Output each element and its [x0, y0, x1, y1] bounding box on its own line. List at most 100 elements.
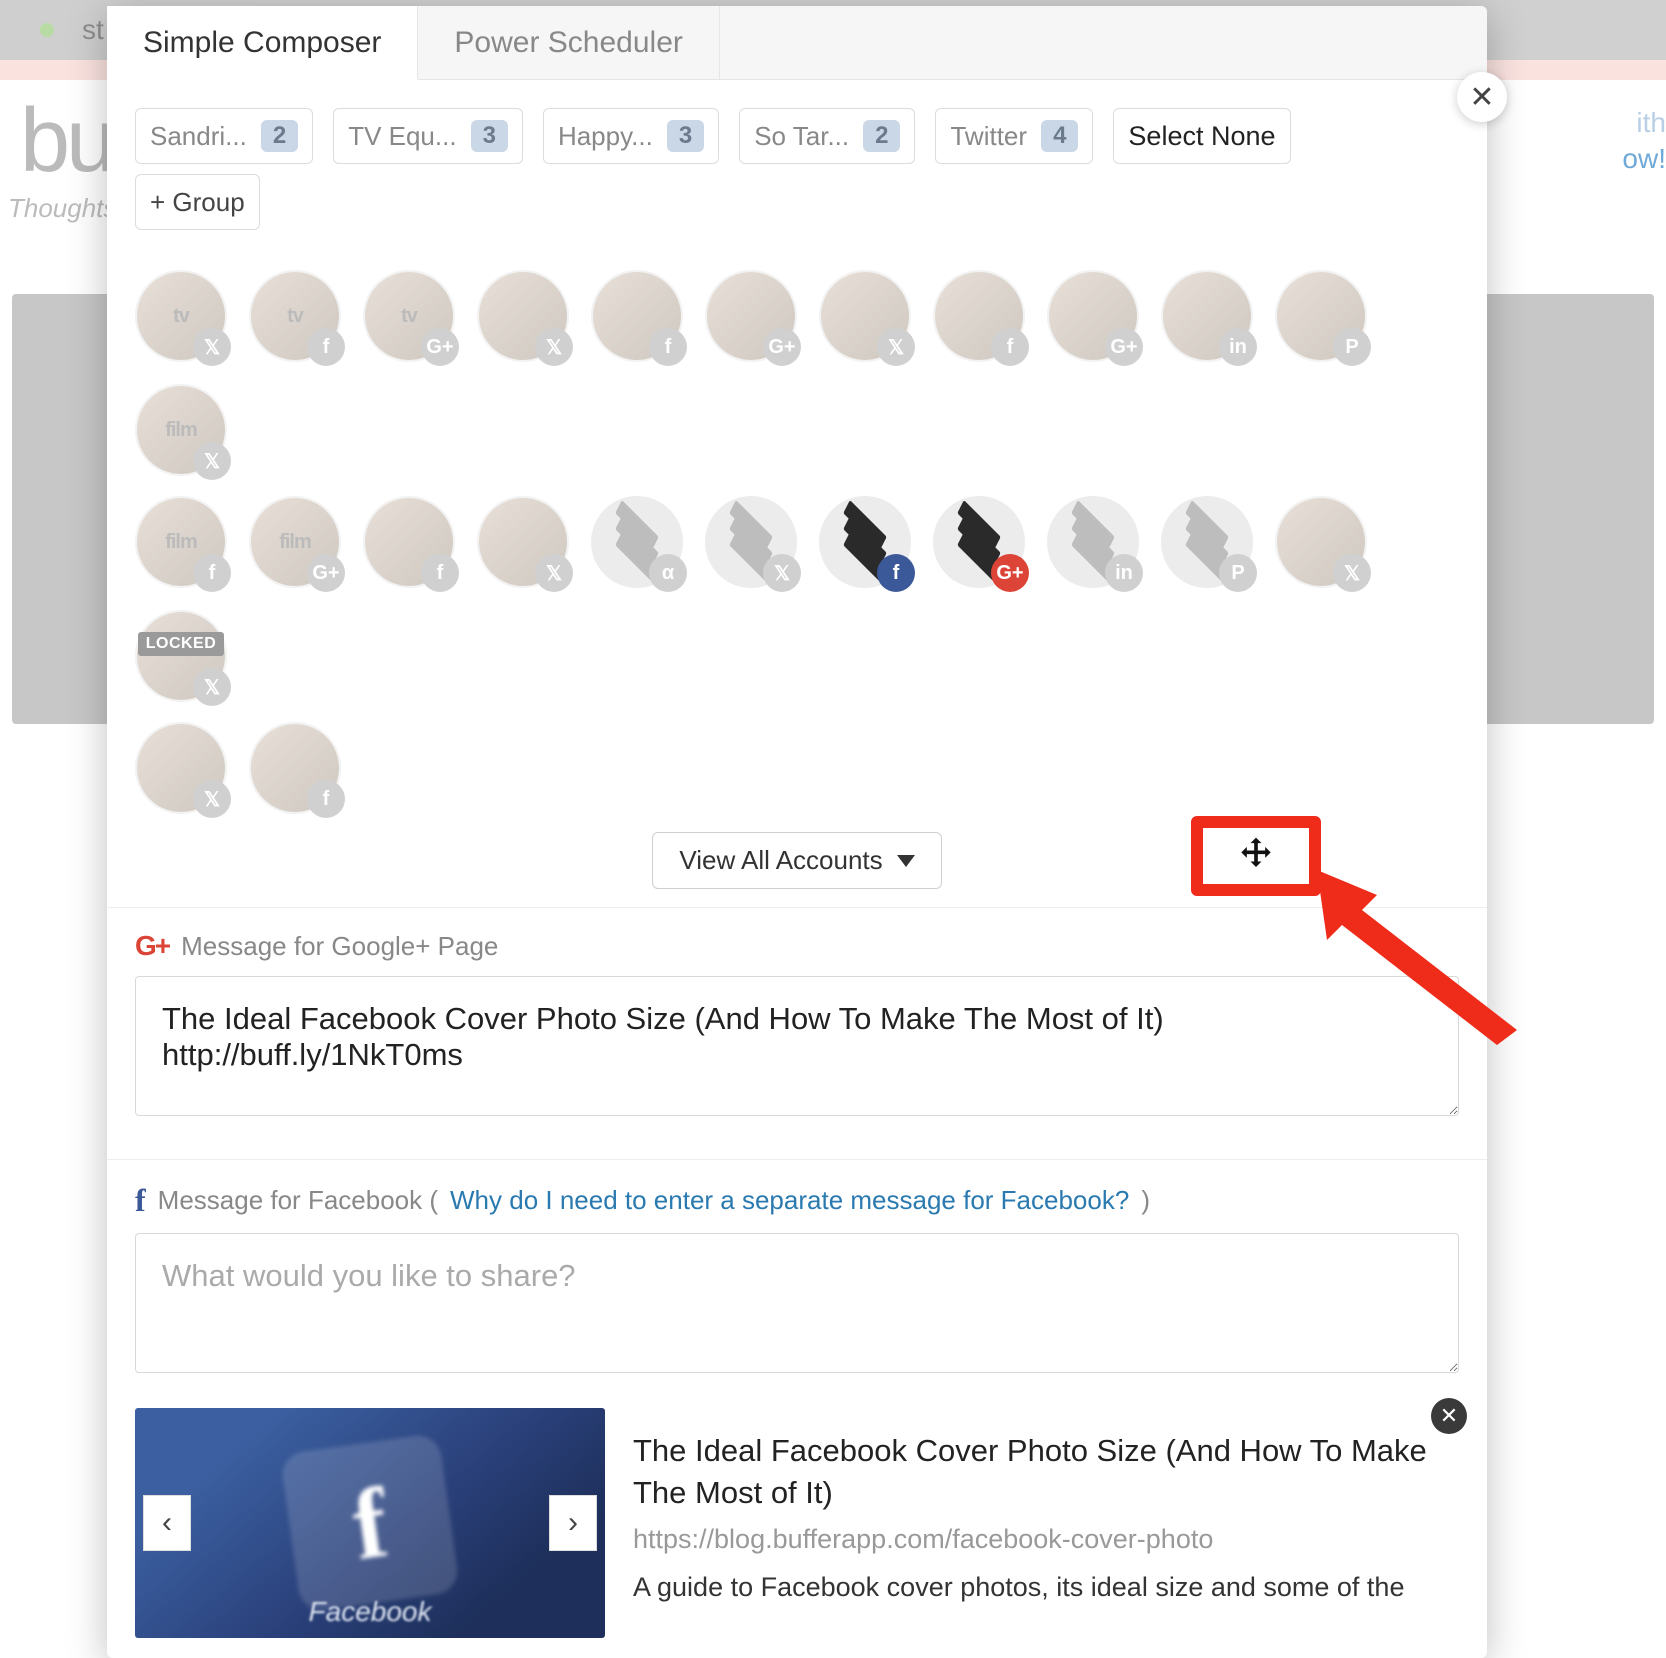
twitter-icon: 𝕏	[193, 780, 231, 818]
account-avatar[interactable]: tv𝕏	[135, 270, 227, 362]
googleplus-icon: G+	[991, 554, 1029, 592]
googleplus-icon: G+	[763, 328, 801, 366]
account-avatar[interactable]: P	[1275, 270, 1367, 362]
account-avatar[interactable]: 𝕏	[819, 270, 911, 362]
twitter-icon: 𝕏	[1333, 554, 1371, 592]
composer-tabs: Simple Composer Power Scheduler	[107, 6, 1487, 80]
googleplus-icon: G+	[135, 930, 169, 962]
account-avatar[interactable]: in	[1161, 270, 1253, 362]
account-avatar-selected[interactable]: G+	[933, 496, 1025, 588]
section-header: f Message for Facebook ( Why do I need t…	[135, 1182, 1459, 1219]
close-icon: ✕	[1469, 80, 1494, 115]
group-pill[interactable]: TV Equ...3	[333, 108, 523, 164]
twitter-icon: 𝕏	[193, 668, 231, 706]
group-pill[interactable]: So Tar...2	[739, 108, 915, 164]
account-avatar[interactable]: P	[1161, 496, 1253, 588]
tab-simple-composer[interactable]: Simple Composer	[107, 6, 418, 80]
facebook-message-section: f Message for Facebook ( Why do I need t…	[107, 1160, 1487, 1388]
thumbnail-next-button[interactable]: ›	[549, 1495, 597, 1551]
account-avatar[interactable]: 𝕏	[1275, 496, 1367, 588]
account-avatar[interactable]: f	[591, 270, 683, 362]
preview-title: The Ideal Facebook Cover Photo Size (And…	[633, 1430, 1459, 1514]
account-avatar[interactable]: tvf	[249, 270, 341, 362]
alpha-badge-icon: α	[649, 554, 687, 592]
section-label-suffix: )	[1141, 1185, 1150, 1216]
preview-url: https://blog.bufferapp.com/facebook-cove…	[633, 1524, 1459, 1555]
account-avatar[interactable]: f	[249, 722, 341, 814]
accounts-row-3: 𝕏 f	[107, 702, 1487, 822]
preview-description: A guide to Facebook cover photos, its id…	[633, 1569, 1459, 1607]
preview-meta: The Ideal Facebook Cover Photo Size (And…	[633, 1408, 1459, 1638]
accounts-row-2: filmf filmG+ f 𝕏 α 𝕏 f G+ in P 𝕏 LOCKED𝕏	[107, 476, 1487, 702]
close-icon: ✕	[1440, 1403, 1458, 1429]
status-dot-icon	[40, 23, 54, 37]
section-label-prefix: Message for Facebook (	[158, 1185, 438, 1216]
section-header: G+ Message for Google+ Page	[135, 930, 1459, 962]
locked-badge: LOCKED	[138, 632, 225, 656]
facebook-icon: f	[307, 328, 345, 366]
chevron-left-icon: ‹	[162, 1506, 172, 1540]
account-avatar[interactable]: 𝕏	[477, 496, 569, 588]
thumbnail-prev-button[interactable]: ‹	[143, 1495, 191, 1551]
googleplus-message-input[interactable]	[135, 976, 1459, 1116]
account-avatar[interactable]: G+	[705, 270, 797, 362]
twitter-icon: 𝕏	[193, 442, 231, 480]
group-pill[interactable]: Sandri...2	[135, 108, 313, 164]
account-avatar[interactable]: filmG+	[249, 496, 341, 588]
move-handle[interactable]	[1191, 816, 1321, 896]
account-avatar[interactable]: film𝕏	[135, 384, 227, 476]
account-group-pills: Sandri...2 TV Equ...3 Happy...3 So Tar..…	[107, 80, 1487, 174]
account-avatar[interactable]: in	[1047, 496, 1139, 588]
facebook-logo-blur-icon: f	[280, 1433, 461, 1614]
facebook-icon: f	[135, 1182, 146, 1219]
background-text-right: ith ow!	[1596, 105, 1666, 178]
remove-preview-button[interactable]: ✕	[1431, 1398, 1467, 1434]
account-avatar[interactable]: f	[933, 270, 1025, 362]
add-group-button[interactable]: + Group	[135, 174, 260, 230]
select-none-button[interactable]: Select None	[1113, 108, 1290, 164]
account-avatar[interactable]: filmf	[135, 496, 227, 588]
twitter-icon: 𝕏	[193, 328, 231, 366]
twitter-icon: 𝕏	[763, 554, 801, 592]
link-preview: f Facebook ‹ › The Ideal Facebook Cover …	[107, 1388, 1487, 1658]
count-badge: 4	[1041, 120, 1078, 152]
facebook-icon: f	[991, 328, 1029, 366]
facebook-icon: f	[307, 780, 345, 818]
account-avatar[interactable]: tvG+	[363, 270, 455, 362]
separate-message-help-link[interactable]: Why do I need to enter a separate messag…	[450, 1185, 1129, 1216]
facebook-message-input[interactable]	[135, 1233, 1459, 1373]
account-avatar[interactable]: f	[363, 496, 455, 588]
group-pill[interactable]: Happy...3	[543, 108, 719, 164]
accounts-row-1: tv𝕏 tvf tvG+ 𝕏 f G+ 𝕏 f G+ in P film𝕏	[107, 240, 1487, 476]
tab-power-scheduler[interactable]: Power Scheduler	[418, 6, 719, 79]
facebook-icon: f	[877, 554, 915, 592]
account-avatar-locked[interactable]: LOCKED𝕏	[135, 610, 227, 702]
account-avatar[interactable]: G+	[1047, 270, 1139, 362]
pinterest-icon: P	[1219, 554, 1257, 592]
googleplus-icon: G+	[421, 328, 459, 366]
chevron-right-icon: ›	[568, 1506, 578, 1540]
move-icon	[1234, 834, 1278, 878]
twitter-icon: 𝕏	[877, 328, 915, 366]
close-button[interactable]: ✕	[1457, 72, 1507, 122]
view-all-row: View All Accounts	[107, 822, 1487, 908]
account-avatar[interactable]: 𝕏	[135, 722, 227, 814]
chevron-down-icon	[897, 855, 915, 867]
account-avatar[interactable]: 𝕏	[705, 496, 797, 588]
account-avatar[interactable]: 𝕏	[477, 270, 569, 362]
facebook-icon: f	[421, 554, 459, 592]
count-badge: 2	[863, 120, 900, 152]
account-avatar[interactable]: α	[591, 496, 683, 588]
googleplus-message-section: G+ Message for Google+ Page	[107, 908, 1487, 1131]
annotation-arrow-icon	[1317, 870, 1537, 1055]
count-badge: 2	[261, 120, 298, 152]
view-all-accounts-button[interactable]: View All Accounts	[652, 832, 941, 889]
googleplus-icon: G+	[1105, 328, 1143, 366]
group-pill[interactable]: Twitter4	[935, 108, 1093, 164]
googleplus-icon: G+	[307, 554, 345, 592]
thumb-caption: Facebook	[309, 1596, 432, 1628]
twitter-icon: 𝕏	[535, 554, 573, 592]
composer-modal: Simple Composer Power Scheduler ✕ Sandri…	[107, 6, 1487, 1658]
pinterest-icon: P	[1333, 328, 1371, 366]
account-avatar-selected[interactable]: f	[819, 496, 911, 588]
